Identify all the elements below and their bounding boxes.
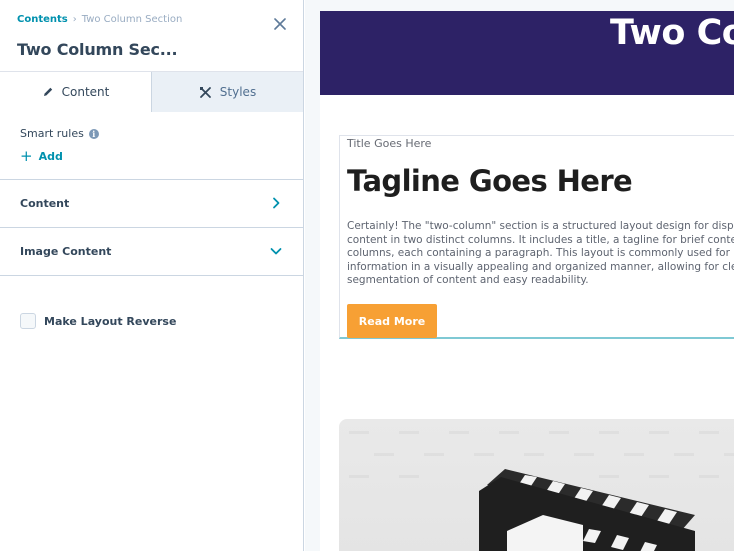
breadcrumb: Contents › Two Column Section	[17, 14, 182, 26]
add-smart-rule-label: Add	[38, 150, 63, 163]
tab-content[interactable]: Content	[0, 72, 152, 112]
card-paragraph-line: content in two distinct columns. It incl…	[347, 233, 734, 246]
make-layout-reverse-label: Make Layout Reverse	[44, 314, 177, 328]
card-paragraph: Certainly! The "two-column" section is a…	[347, 220, 734, 288]
breadcrumb-current: Two Column Section	[81, 14, 183, 25]
two-column-card[interactable]: Title Goes Here Tagline Goes Here Certai…	[339, 135, 734, 339]
chevron-right-icon	[273, 197, 280, 209]
breadcrumb-separator-icon: ›	[72, 14, 77, 25]
clapperboard-image	[339, 419, 734, 551]
panel-header: Contents › Two Column Section Two Column S…	[0, 0, 303, 72]
section-image-content[interactable]: Image Content	[0, 228, 303, 276]
card-tagline: Tagline Goes Here	[347, 164, 633, 198]
tab-content-label: Content	[61, 85, 110, 99]
close-icon	[274, 18, 286, 30]
tab-styles[interactable]: Styles	[152, 72, 303, 112]
styles-icon	[199, 86, 211, 98]
hero-banner: Two Co	[320, 11, 734, 95]
hero-title: Two Co	[610, 13, 734, 53]
breadcrumb-contents-link[interactable]: Contents	[17, 14, 68, 25]
smart-rules-section: Smart rules i + Add	[0, 112, 303, 180]
clapperboard-illustration	[349, 431, 734, 551]
card-paragraph-line: columns, each containing a paragraph. Th…	[347, 247, 734, 259]
section-content-label: Content	[20, 197, 70, 210]
panel-title: Two Column Sec...	[17, 40, 178, 59]
pencil-icon	[43, 87, 52, 96]
card-paragraph-line: Certainly! The "two-column" section is a…	[347, 220, 734, 232]
card-paragraph-line: segmentation of content and easy readabi…	[347, 274, 589, 286]
make-layout-reverse-checkbox[interactable]	[20, 313, 36, 329]
panel-tabs: Content Styles	[0, 72, 303, 112]
close-button[interactable]	[270, 14, 290, 34]
tab-styles-label: Styles	[219, 85, 257, 99]
preview-canvas[interactable]: Two Co Title Goes Here Tagline Goes Here…	[320, 11, 734, 551]
page-preview: Two Co Title Goes Here Tagline Goes Here…	[305, 0, 734, 551]
smart-rules-label: Smart rules i	[20, 127, 99, 140]
card-title: Title Goes Here	[347, 137, 432, 150]
editor-panel: Contents › Two Column Section Two Column S…	[0, 0, 304, 551]
smart-rules-text: Smart rules	[20, 127, 84, 140]
section-image-content-label: Image Content	[20, 245, 112, 258]
card-paragraph-line: information in a visually appealing and …	[347, 260, 734, 273]
make-layout-reverse-option[interactable]: Make Layout Reverse	[20, 313, 176, 329]
info-icon[interactable]: i	[88, 128, 99, 139]
add-smart-rule-button[interactable]: + Add	[20, 147, 63, 165]
section-content[interactable]: Content	[0, 180, 303, 228]
read-more-button[interactable]: Read More	[347, 304, 437, 338]
plus-icon: +	[20, 147, 33, 165]
chevron-down-icon	[270, 248, 282, 255]
